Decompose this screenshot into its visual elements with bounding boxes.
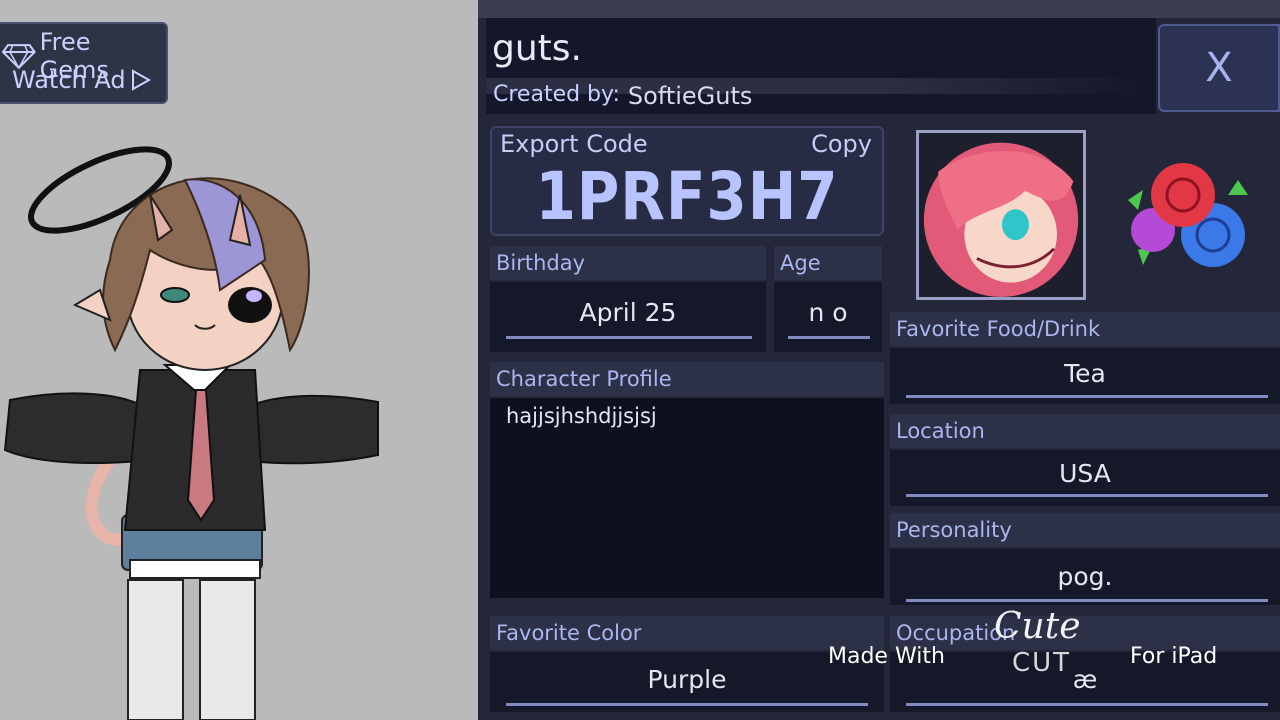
character-name[interactable]: guts. — [492, 28, 582, 69]
occupation-underline — [906, 703, 1268, 706]
watermark-for-ipad: For iPad — [1130, 644, 1218, 669]
watch-ad-label: Watch Ad — [12, 66, 126, 94]
name-title-bar: guts. Created by: SoftieGuts — [486, 18, 1156, 114]
personality-underline — [906, 599, 1268, 602]
export-code-box: Export Code Copy 1PRF3H7 — [490, 126, 884, 236]
age-field[interactable]: n o — [774, 282, 882, 352]
free-gems-ad-button[interactable]: Free Gems Watch Ad — [0, 22, 168, 104]
creator-name: SoftieGuts — [627, 82, 753, 110]
copy-button[interactable]: Copy — [811, 130, 872, 158]
character-portrait-image[interactable] — [916, 130, 1086, 300]
age-underline — [788, 336, 870, 339]
close-button[interactable]: X — [1158, 24, 1280, 112]
birthday-label: Birthday — [490, 246, 766, 280]
personality-label: Personality — [890, 513, 1280, 547]
watermark-cut: CUT — [1012, 648, 1072, 678]
favorite-food-underline — [906, 395, 1268, 398]
watermark-made-with: Made With — [828, 644, 945, 669]
panel-top-strip — [478, 0, 1280, 18]
favorite-color-label: Favorite Color — [490, 616, 884, 650]
watermark-cute: Cute — [994, 606, 1081, 647]
export-code-value: 1PRF3H7 — [535, 158, 839, 235]
creator-line: Created by: SoftieGuts — [493, 82, 752, 110]
watch-ad-row: Watch Ad — [12, 66, 152, 94]
character-profile-textarea[interactable]: hajjsjhshdjjsjsj — [490, 398, 884, 598]
app-watermark: Made With Cute CUT For iPad — [828, 606, 1248, 700]
character-profile-label: Character Profile — [490, 362, 884, 396]
location-underline — [906, 494, 1268, 497]
character-stage: Free Gems Watch Ad — [0, 0, 478, 720]
location-field[interactable]: USA — [890, 450, 1280, 506]
play-icon — [131, 69, 151, 91]
favorite-color-underline — [506, 703, 868, 706]
location-label: Location — [890, 414, 1280, 448]
birthday-field[interactable]: April 25 — [490, 282, 766, 352]
character-figure[interactable] — [0, 120, 400, 720]
created-by-label: Created by: — [493, 82, 620, 107]
favorite-food-label: Favorite Food/Drink — [890, 312, 1280, 346]
rose-decoration-icon — [1128, 163, 1248, 267]
personality-field[interactable]: pog. — [890, 549, 1280, 605]
age-label: Age — [774, 246, 882, 280]
export-code-label: Export Code — [500, 130, 648, 158]
birthday-underline — [506, 336, 752, 339]
